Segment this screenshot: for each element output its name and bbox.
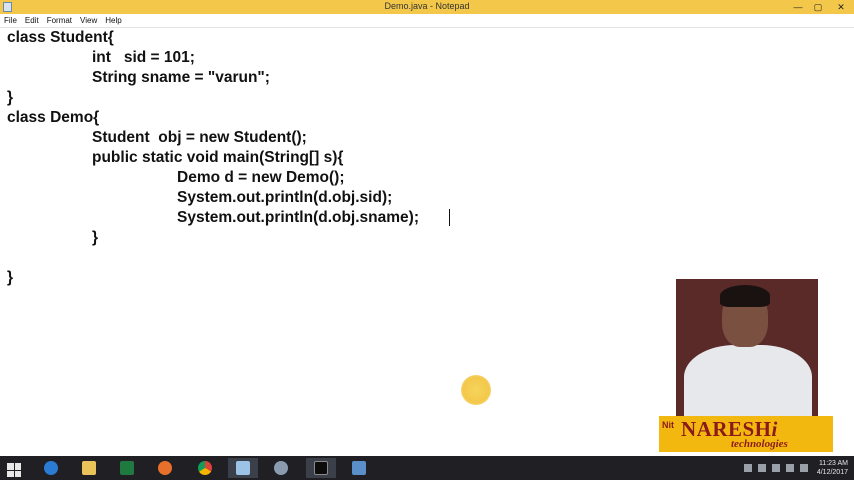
code-line: System.out.println(d.obj.sname); [177,209,419,226]
code-line: class Student{ [7,29,114,46]
flag-icon[interactable] [758,464,766,472]
menu-format[interactable]: Format [43,14,76,27]
folder-icon [82,461,96,475]
windows-logo-icon [7,463,21,477]
presenter-video [676,279,818,416]
gear-icon [274,461,288,475]
close-button[interactable]: ✕ [828,0,854,14]
clock-time: 11:23 AM [818,460,848,467]
taskbar-command-prompt[interactable] [306,458,336,478]
code-line: public static void main(String[] s){ [92,149,344,166]
network-icon [352,461,366,475]
logo-tagline: technologies [731,438,788,450]
window-controls: — ▢ ✕ [788,0,854,14]
volume-icon[interactable] [786,464,794,472]
clock-date: 4/12/2017 [816,469,848,476]
presenter-hair [720,285,770,307]
chrome-icon [198,461,212,475]
taskbar-settings[interactable] [266,458,296,478]
system-tray: 11:23 AM 4/12/2017 [714,456,854,480]
tray-arrow-icon[interactable] [744,464,752,472]
title-bar: Demo.java - Notepad — ▢ ✕ [0,0,854,14]
menu-edit[interactable]: Edit [21,14,43,27]
code-line: System.out.println(d.obj.sid); [177,189,393,206]
brand-logo: Nit NARESHi technologies [659,416,833,452]
taskbar-file-explorer[interactable] [74,458,104,478]
code-line: Student obj = new Student(); [92,129,307,146]
taskbar-firefox[interactable] [150,458,180,478]
menu-file[interactable]: File [0,14,21,27]
excel-icon [120,461,134,475]
presenter-shirt [684,345,812,416]
battery-icon[interactable] [800,464,808,472]
taskbar-chrome[interactable] [190,458,220,478]
wifi-icon[interactable] [772,464,780,472]
taskbar: 11:23 AM 4/12/2017 [0,456,854,480]
code-line: Demo d = new Demo(); [177,169,345,186]
code-line: String sname = "varun"; [92,69,270,86]
notepad-icon [236,461,250,475]
code-line: class Demo{ [7,109,100,126]
taskbar-notepad[interactable] [228,458,258,478]
taskbar-network-tool[interactable] [344,458,374,478]
menu-help[interactable]: Help [101,14,125,27]
logo-mark: Nit [662,420,674,430]
internet-explorer-icon [44,461,58,475]
code-line: } [7,269,14,286]
code-line: int sid = 101; [92,49,195,66]
text-caret [449,209,450,226]
maximize-button[interactable]: ▢ [808,0,828,14]
cursor-highlight [461,375,491,405]
code-line: } [92,229,99,246]
firefox-icon [158,461,172,475]
taskbar-excel[interactable] [112,458,142,478]
menu-bar: File Edit Format View Help [0,14,854,28]
terminal-icon [314,461,328,475]
minimize-button[interactable]: — [788,0,808,14]
menu-view[interactable]: View [76,14,101,27]
start-button[interactable] [0,458,30,478]
system-clock[interactable]: 11:23 AM 4/12/2017 [817,459,848,477]
code-line: } [7,89,14,106]
taskbar-internet-explorer[interactable] [36,458,66,478]
window-title: Demo.java - Notepad [384,1,470,11]
